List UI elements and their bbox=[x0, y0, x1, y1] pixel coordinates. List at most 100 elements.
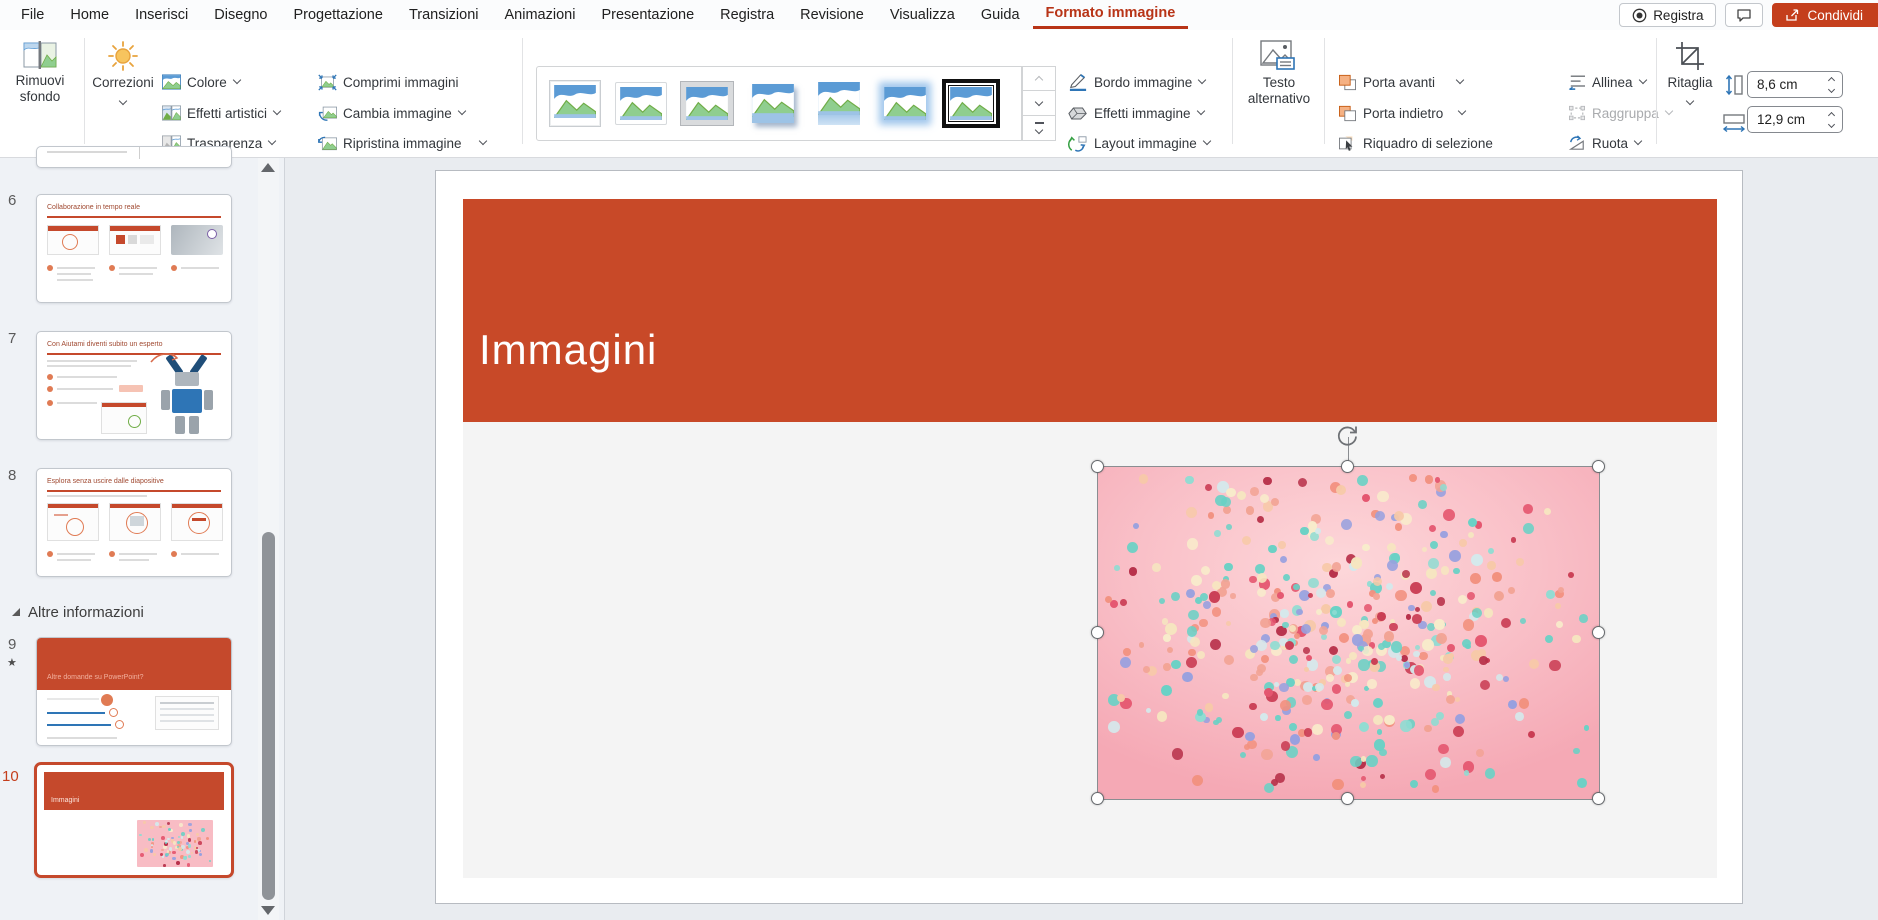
height-spinner[interactable] bbox=[1820, 72, 1842, 97]
crop-button[interactable]: Ritaglia bbox=[1662, 36, 1718, 140]
chevron-down-icon bbox=[273, 107, 281, 115]
change-picture-label: Cambia immagine bbox=[343, 106, 452, 121]
send-backward-button[interactable]: Porta indietro bbox=[1338, 101, 1465, 125]
slide-10-thumbnail-selected[interactable]: Immagini bbox=[34, 762, 234, 878]
picture-border-button[interactable]: Bordo immagine bbox=[1068, 70, 1205, 94]
menu-tab-progettazione[interactable]: Progettazione bbox=[280, 1, 395, 29]
panel-scrollbar-thumb[interactable] bbox=[262, 532, 275, 900]
menu-tab-formato-immagine[interactable]: Formato immagine bbox=[1033, 1, 1189, 29]
powerpoint-window: FileHomeInserisciDisegnoProgettazioneTra… bbox=[0, 0, 1878, 920]
slide-page[interactable]: Immagini bbox=[435, 170, 1743, 904]
width-spinner[interactable] bbox=[1820, 107, 1842, 132]
color-button[interactable]: Colore bbox=[162, 70, 240, 94]
crop-icon bbox=[1674, 40, 1706, 72]
slide-editing-area: Immagini bbox=[286, 158, 1878, 920]
gallery-scroll-down-button[interactable] bbox=[1022, 91, 1056, 116]
picture-style-option-1[interactable] bbox=[546, 75, 603, 132]
slide-10-confetti-mini-image bbox=[137, 820, 213, 867]
color-label: Colore bbox=[187, 75, 227, 90]
slide-8-thumbnail[interactable]: Esplora senza uscire dalle diapositive bbox=[36, 468, 232, 577]
resize-handle-ne[interactable] bbox=[1592, 460, 1605, 473]
change-picture-icon bbox=[318, 105, 337, 121]
menu-tab-home[interactable]: Home bbox=[57, 1, 122, 29]
chevron-down-icon bbox=[458, 107, 466, 115]
picture-effects-button[interactable]: Effetti immagine bbox=[1068, 101, 1204, 125]
picture-style-option-4[interactable] bbox=[744, 75, 801, 132]
rotate-button[interactable]: Ruota bbox=[1568, 131, 1641, 155]
corrections-button[interactable]: Correzioni bbox=[88, 36, 158, 140]
remove-background-button[interactable]: Rimuovi sfondo bbox=[5, 36, 75, 140]
picture-layout-button[interactable]: Layout immagine bbox=[1068, 131, 1210, 155]
picture-style-option-3[interactable] bbox=[678, 75, 735, 132]
scroll-down-arrow[interactable] bbox=[261, 906, 275, 915]
group-separator bbox=[1324, 38, 1325, 144]
scroll-up-arrow[interactable] bbox=[261, 163, 275, 172]
align-label: Allinea bbox=[1592, 75, 1633, 90]
slide-9-thumbnail[interactable]: Altre domande su PowerPoint? bbox=[36, 637, 232, 746]
section-header-altre-informazioni[interactable]: Altre informazioni bbox=[12, 604, 144, 621]
alt-text-label-1: Testo bbox=[1240, 75, 1318, 91]
rotate-handle[interactable] bbox=[1334, 423, 1361, 450]
crop-label: Ritaglia bbox=[1662, 75, 1718, 91]
group-separator bbox=[1232, 38, 1233, 144]
menu-tab-disegno[interactable]: Disegno bbox=[201, 1, 280, 29]
resize-handle-e[interactable] bbox=[1592, 626, 1605, 639]
send-backward-label: Porta indietro bbox=[1363, 106, 1443, 121]
sun-icon bbox=[106, 40, 140, 72]
picture-style-option-6[interactable] bbox=[876, 75, 933, 132]
width-input[interactable]: 12,9 cm bbox=[1747, 106, 1843, 133]
resize-handle-s[interactable] bbox=[1341, 792, 1354, 805]
compress-pictures-button[interactable]: Comprimi immagini bbox=[318, 70, 459, 94]
chevron-down-icon bbox=[1634, 137, 1642, 145]
remove-background-icon bbox=[23, 40, 57, 70]
selected-picture[interactable] bbox=[1098, 467, 1599, 799]
picture-style-option-7[interactable] bbox=[942, 75, 999, 132]
menu-tab-transizioni[interactable]: Transizioni bbox=[396, 1, 492, 29]
menu-tab-animazioni[interactable]: Animazioni bbox=[492, 1, 589, 29]
gallery-scroll-up-button[interactable] bbox=[1022, 66, 1056, 91]
picture-style-option-5[interactable] bbox=[810, 75, 867, 132]
resize-handle-w[interactable] bbox=[1091, 626, 1104, 639]
resize-handle-sw[interactable] bbox=[1091, 792, 1104, 805]
slide-9-number: 9 bbox=[8, 636, 34, 653]
selection-pane-button[interactable]: Riquadro di selezione bbox=[1338, 131, 1493, 155]
gallery-more-button[interactable] bbox=[1022, 116, 1056, 141]
share-button[interactable]: Condividi bbox=[1772, 3, 1878, 27]
resize-handle-nw[interactable] bbox=[1091, 460, 1104, 473]
bring-forward-button[interactable]: Porta avanti bbox=[1338, 70, 1463, 94]
resize-handle-se[interactable] bbox=[1592, 792, 1605, 805]
section-collapse-icon bbox=[12, 608, 20, 616]
menu-tab-visualizza[interactable]: Visualizza bbox=[877, 1, 968, 29]
menu-tab-guida[interactable]: Guida bbox=[968, 1, 1033, 29]
menu-tab-revisione[interactable]: Revisione bbox=[787, 1, 877, 29]
slide-7-thumbnail[interactable]: Con Aiutami diventi subito un esperto bbox=[36, 331, 232, 440]
artistic-effects-button[interactable]: Effetti artistici bbox=[162, 101, 280, 125]
slide-6-thumbnail[interactable]: Collaborazione in tempo reale bbox=[36, 194, 232, 303]
picture-style-preview bbox=[818, 82, 860, 125]
align-icon bbox=[1568, 74, 1586, 90]
picture-style-option-2[interactable] bbox=[612, 75, 669, 132]
reset-picture-button[interactable]: Ripristina immagine bbox=[318, 131, 486, 155]
artistic-effects-label: Effetti artistici bbox=[187, 106, 267, 121]
menu-tabs: FileHomeInserisciDisegnoProgettazioneTra… bbox=[8, 0, 1188, 30]
panel-scrollbar[interactable] bbox=[258, 158, 279, 920]
menu-tab-presentazione[interactable]: Presentazione bbox=[588, 1, 707, 29]
menu-tab-file[interactable]: File bbox=[8, 1, 57, 29]
resize-handle-n[interactable] bbox=[1341, 460, 1354, 473]
chevron-down-icon bbox=[478, 137, 486, 145]
compress-pictures-icon bbox=[318, 74, 337, 91]
change-picture-button[interactable]: Cambia immagine bbox=[318, 101, 465, 125]
selection-pane-icon bbox=[1338, 135, 1357, 152]
chevron-down-icon bbox=[1458, 107, 1466, 115]
menu-tab-registra[interactable]: Registra bbox=[707, 1, 787, 29]
align-button[interactable]: Allinea bbox=[1568, 70, 1646, 94]
comments-button[interactable] bbox=[1725, 3, 1763, 27]
bring-forward-label: Porta avanti bbox=[1363, 75, 1435, 90]
record-button[interactable]: Registra bbox=[1619, 3, 1716, 27]
slide-5-thumbnail-partial[interactable] bbox=[36, 146, 232, 168]
alt-text-button[interactable]: Testo alternativo bbox=[1240, 36, 1318, 140]
menu-tab-inserisci[interactable]: Inserisci bbox=[122, 1, 201, 29]
height-input[interactable]: 8,6 cm bbox=[1747, 71, 1843, 98]
group-label: Raggruppa bbox=[1592, 106, 1659, 121]
slide-title-text[interactable]: Immagini bbox=[479, 326, 657, 374]
